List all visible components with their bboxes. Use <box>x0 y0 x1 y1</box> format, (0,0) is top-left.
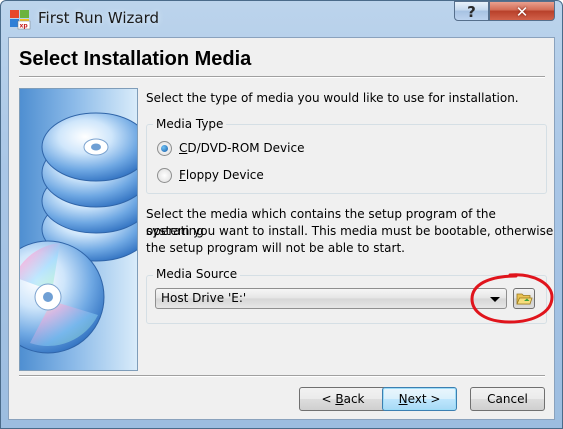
media-source-dropdown[interactable]: Host Drive 'E:' <box>155 288 507 309</box>
cd-banner-image <box>19 88 138 371</box>
intro-text: Select the type of media you would like … <box>146 91 519 105</box>
wizard-window: xp First Run Wizard ? ✕ Select Installat… <box>0 0 563 429</box>
app-logo-icon: xp <box>10 10 31 30</box>
cd-disc-icon <box>20 112 137 354</box>
description-line-2: system you want to install. This media m… <box>146 224 554 238</box>
title-bar[interactable]: xp First Run Wizard ? ✕ <box>1 1 562 36</box>
back-button[interactable]: < Back <box>299 387 387 411</box>
next-button[interactable]: Next > <box>382 387 457 411</box>
cd-dvd-label[interactable]: CD/DVD-ROM Device <box>179 140 304 157</box>
floppy-radio[interactable] <box>157 168 172 183</box>
help-icon: ? <box>467 3 476 21</box>
wizard-client-area: Select Installation Media Select the typ… <box>8 37 555 420</box>
svg-text:xp: xp <box>20 23 29 30</box>
close-button[interactable]: ✕ <box>489 1 555 21</box>
page-title: Select Installation Media <box>19 48 252 70</box>
window-title: First Run Wizard <box>38 9 160 27</box>
cd-dvd-radio[interactable] <box>157 141 172 156</box>
media-source-value: Host Drive 'E:' <box>161 291 247 305</box>
floppy-label[interactable]: Floppy Device <box>179 167 264 184</box>
red-circle-annotation <box>470 273 554 324</box>
media-type-title: Media Type <box>153 117 227 131</box>
media-source-title: Media Source <box>153 267 241 281</box>
description-line-3: the setup program will not be able to st… <box>146 241 405 255</box>
help-button[interactable]: ? <box>454 1 489 21</box>
close-icon: ✕ <box>515 3 529 21</box>
header-separator <box>19 76 545 78</box>
cancel-button[interactable]: Cancel <box>470 387 545 411</box>
footer-separator <box>19 375 545 377</box>
